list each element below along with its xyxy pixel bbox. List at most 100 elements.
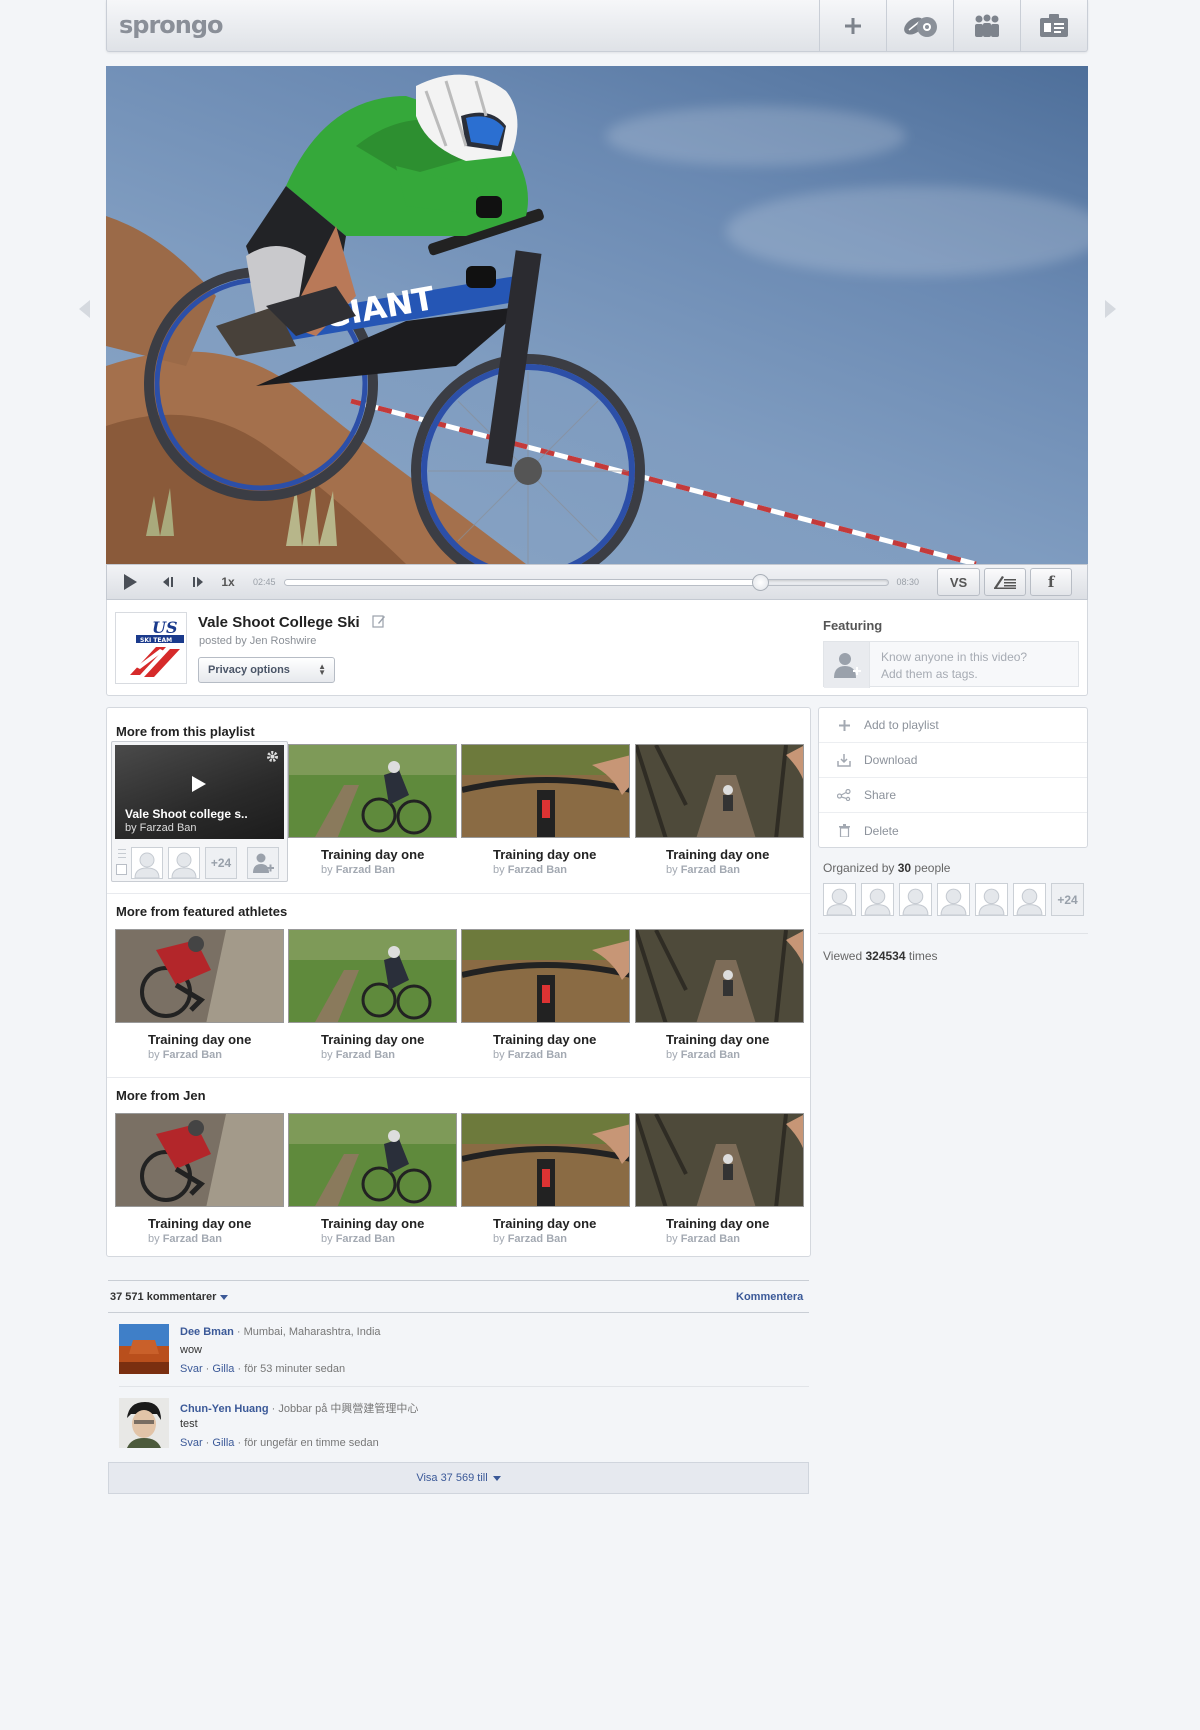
video-title[interactable]: Training day one	[666, 1032, 769, 1047]
author-link[interactable]: Farzad Ban	[336, 1049, 395, 1061]
step-back-button[interactable]	[153, 576, 183, 588]
author-link[interactable]: Farzad Ban	[336, 864, 395, 876]
add-tag-avatar[interactable]	[824, 642, 870, 688]
video-thumbnail[interactable]	[115, 1113, 284, 1207]
play-button[interactable]	[107, 565, 153, 599]
video-title[interactable]: Training day one	[666, 847, 769, 862]
step-forward-button[interactable]	[183, 576, 213, 588]
playback-speed-button[interactable]: 1x	[213, 575, 243, 589]
download-button[interactable]: Download	[819, 743, 1087, 778]
progress-knob[interactable]	[751, 573, 769, 591]
author-link[interactable]: Farzad Ban	[508, 864, 567, 876]
video-title: Vale Shoot College Ski	[198, 614, 360, 631]
delete-button[interactable]: Delete	[819, 813, 1087, 848]
organizer-avatar[interactable]	[861, 883, 894, 916]
organizer-count[interactable]: 30	[898, 861, 911, 875]
video-title[interactable]: Training day one	[321, 1032, 424, 1047]
video-frame[interactable]: GIANT	[106, 66, 1088, 564]
comment-count-dropdown[interactable]: 37 571 kommentarer	[110, 1291, 229, 1303]
organizer-avatar[interactable]	[899, 883, 932, 916]
top-nav	[819, 0, 1087, 51]
section-divider	[107, 893, 810, 894]
next-video-arrow-icon[interactable]	[1105, 300, 1116, 318]
tag-people-box[interactable]: Know anyone in this video? Add them as t…	[823, 641, 1079, 688]
add-member-button[interactable]	[247, 847, 279, 879]
privacy-options-select[interactable]: Privacy options ▲ ▼	[198, 657, 335, 683]
video-thumbnail[interactable]	[461, 744, 630, 838]
organizer-avatar[interactable]	[937, 883, 970, 916]
reply-link[interactable]: Svar	[180, 1437, 203, 1449]
member-avatar[interactable]	[131, 847, 163, 879]
versus-button[interactable]: VS	[937, 568, 981, 596]
author-link[interactable]: Farzad Ban	[681, 1233, 740, 1245]
privacy-options-label: Privacy options	[208, 664, 290, 676]
edit-title-button[interactable]	[372, 614, 386, 633]
organizer-avatar[interactable]	[975, 883, 1008, 916]
comments-top-border	[108, 1280, 809, 1281]
avatar[interactable]	[119, 1398, 169, 1448]
video-thumbnail[interactable]	[461, 1113, 630, 1207]
share-button[interactable]: Share	[819, 778, 1087, 813]
video-title[interactable]: Training day one	[493, 847, 596, 862]
video-title[interactable]: Training day one	[666, 1216, 769, 1231]
video-thumbnail[interactable]	[115, 929, 284, 1023]
video-thumbnail[interactable]	[635, 744, 804, 838]
author-link[interactable]: Farzad Ban	[163, 1233, 222, 1245]
avatar[interactable]	[119, 1324, 169, 1374]
nav-add-button[interactable]	[819, 0, 886, 51]
current-video-thumbnail[interactable]: Vale Shoot college s.. by Farzad Ban	[115, 745, 284, 839]
author-link[interactable]: Farzad Ban	[508, 1233, 567, 1245]
by-prefix: by	[148, 1049, 160, 1061]
author-link[interactable]: Farzad Ban	[336, 1233, 395, 1245]
nav-sports-button[interactable]	[886, 0, 953, 51]
nav-profile-button[interactable]	[1020, 0, 1087, 51]
comment-link[interactable]: Kommentera	[736, 1291, 803, 1303]
current-playlist-item[interactable]: Vale Shoot college s.. by Farzad Ban +24	[111, 741, 288, 882]
current-time: 02:45	[253, 577, 276, 587]
video-thumbnail[interactable]	[288, 1113, 457, 1207]
organizer-avatar[interactable]	[1013, 883, 1046, 916]
video-thumbnail[interactable]	[288, 929, 457, 1023]
author-link[interactable]: Farzad Ban	[508, 1049, 567, 1061]
author-link[interactable]: Farzad Ban	[681, 864, 740, 876]
like-link[interactable]: Gilla	[212, 1363, 234, 1375]
progress-scrubber[interactable]	[283, 573, 889, 591]
commenter-name[interactable]: Chun-Yen Huang	[180, 1403, 269, 1415]
video-title[interactable]: Training day one	[493, 1032, 596, 1047]
video-title[interactable]: Training day one	[321, 847, 424, 862]
facebook-share-button[interactable]: f	[1030, 568, 1073, 596]
more-members-count[interactable]: +24	[205, 847, 237, 879]
video-thumbnail[interactable]	[635, 929, 804, 1023]
comment-item: Chun-Yen Huang · Jobbar på 中興營建管理中心 test…	[119, 1398, 809, 1460]
like-link[interactable]: Gilla	[212, 1437, 234, 1449]
by-prefix: by	[666, 1049, 678, 1061]
gear-icon[interactable]	[266, 750, 279, 763]
draw-annotate-button[interactable]	[984, 568, 1027, 596]
commenter-name[interactable]: Dee Bman	[180, 1326, 234, 1338]
video-title[interactable]: Training day one	[148, 1032, 251, 1047]
member-avatar[interactable]	[168, 847, 200, 879]
thumbnail-image	[116, 1114, 283, 1206]
sprongo-logo[interactable]: sprongo	[119, 11, 224, 39]
video-title[interactable]: Training day one	[493, 1216, 596, 1231]
author-link[interactable]: Farzad Ban	[681, 1049, 740, 1061]
organizer-avatar[interactable]	[823, 883, 856, 916]
video-title[interactable]: Training day one	[148, 1216, 251, 1231]
previous-video-arrow-icon[interactable]	[79, 300, 90, 318]
chevron-down-icon	[492, 1475, 501, 1481]
drag-handle-icon[interactable]	[116, 847, 128, 879]
video-thumbnail[interactable]	[635, 1113, 804, 1207]
video-title[interactable]: Training day one	[321, 1216, 424, 1231]
nav-team-button[interactable]	[953, 0, 1020, 51]
player-controls: 1x 02:45 08:30 VS f	[106, 564, 1088, 600]
progress-fill	[284, 579, 761, 585]
video-thumbnail[interactable]	[461, 929, 630, 1023]
add-to-playlist-button[interactable]: Add to playlist	[819, 708, 1087, 743]
show-more-comments-button[interactable]: Visa 37 569 till	[108, 1462, 809, 1494]
author-link[interactable]: Farzad Ban	[163, 1049, 222, 1061]
reply-link[interactable]: Svar	[180, 1363, 203, 1375]
video-author: by Farzad Ban	[148, 1233, 222, 1245]
more-organizers-count[interactable]: +24	[1051, 883, 1084, 916]
video-thumbnail[interactable]	[288, 744, 457, 838]
comment-text: wow	[180, 1344, 203, 1356]
